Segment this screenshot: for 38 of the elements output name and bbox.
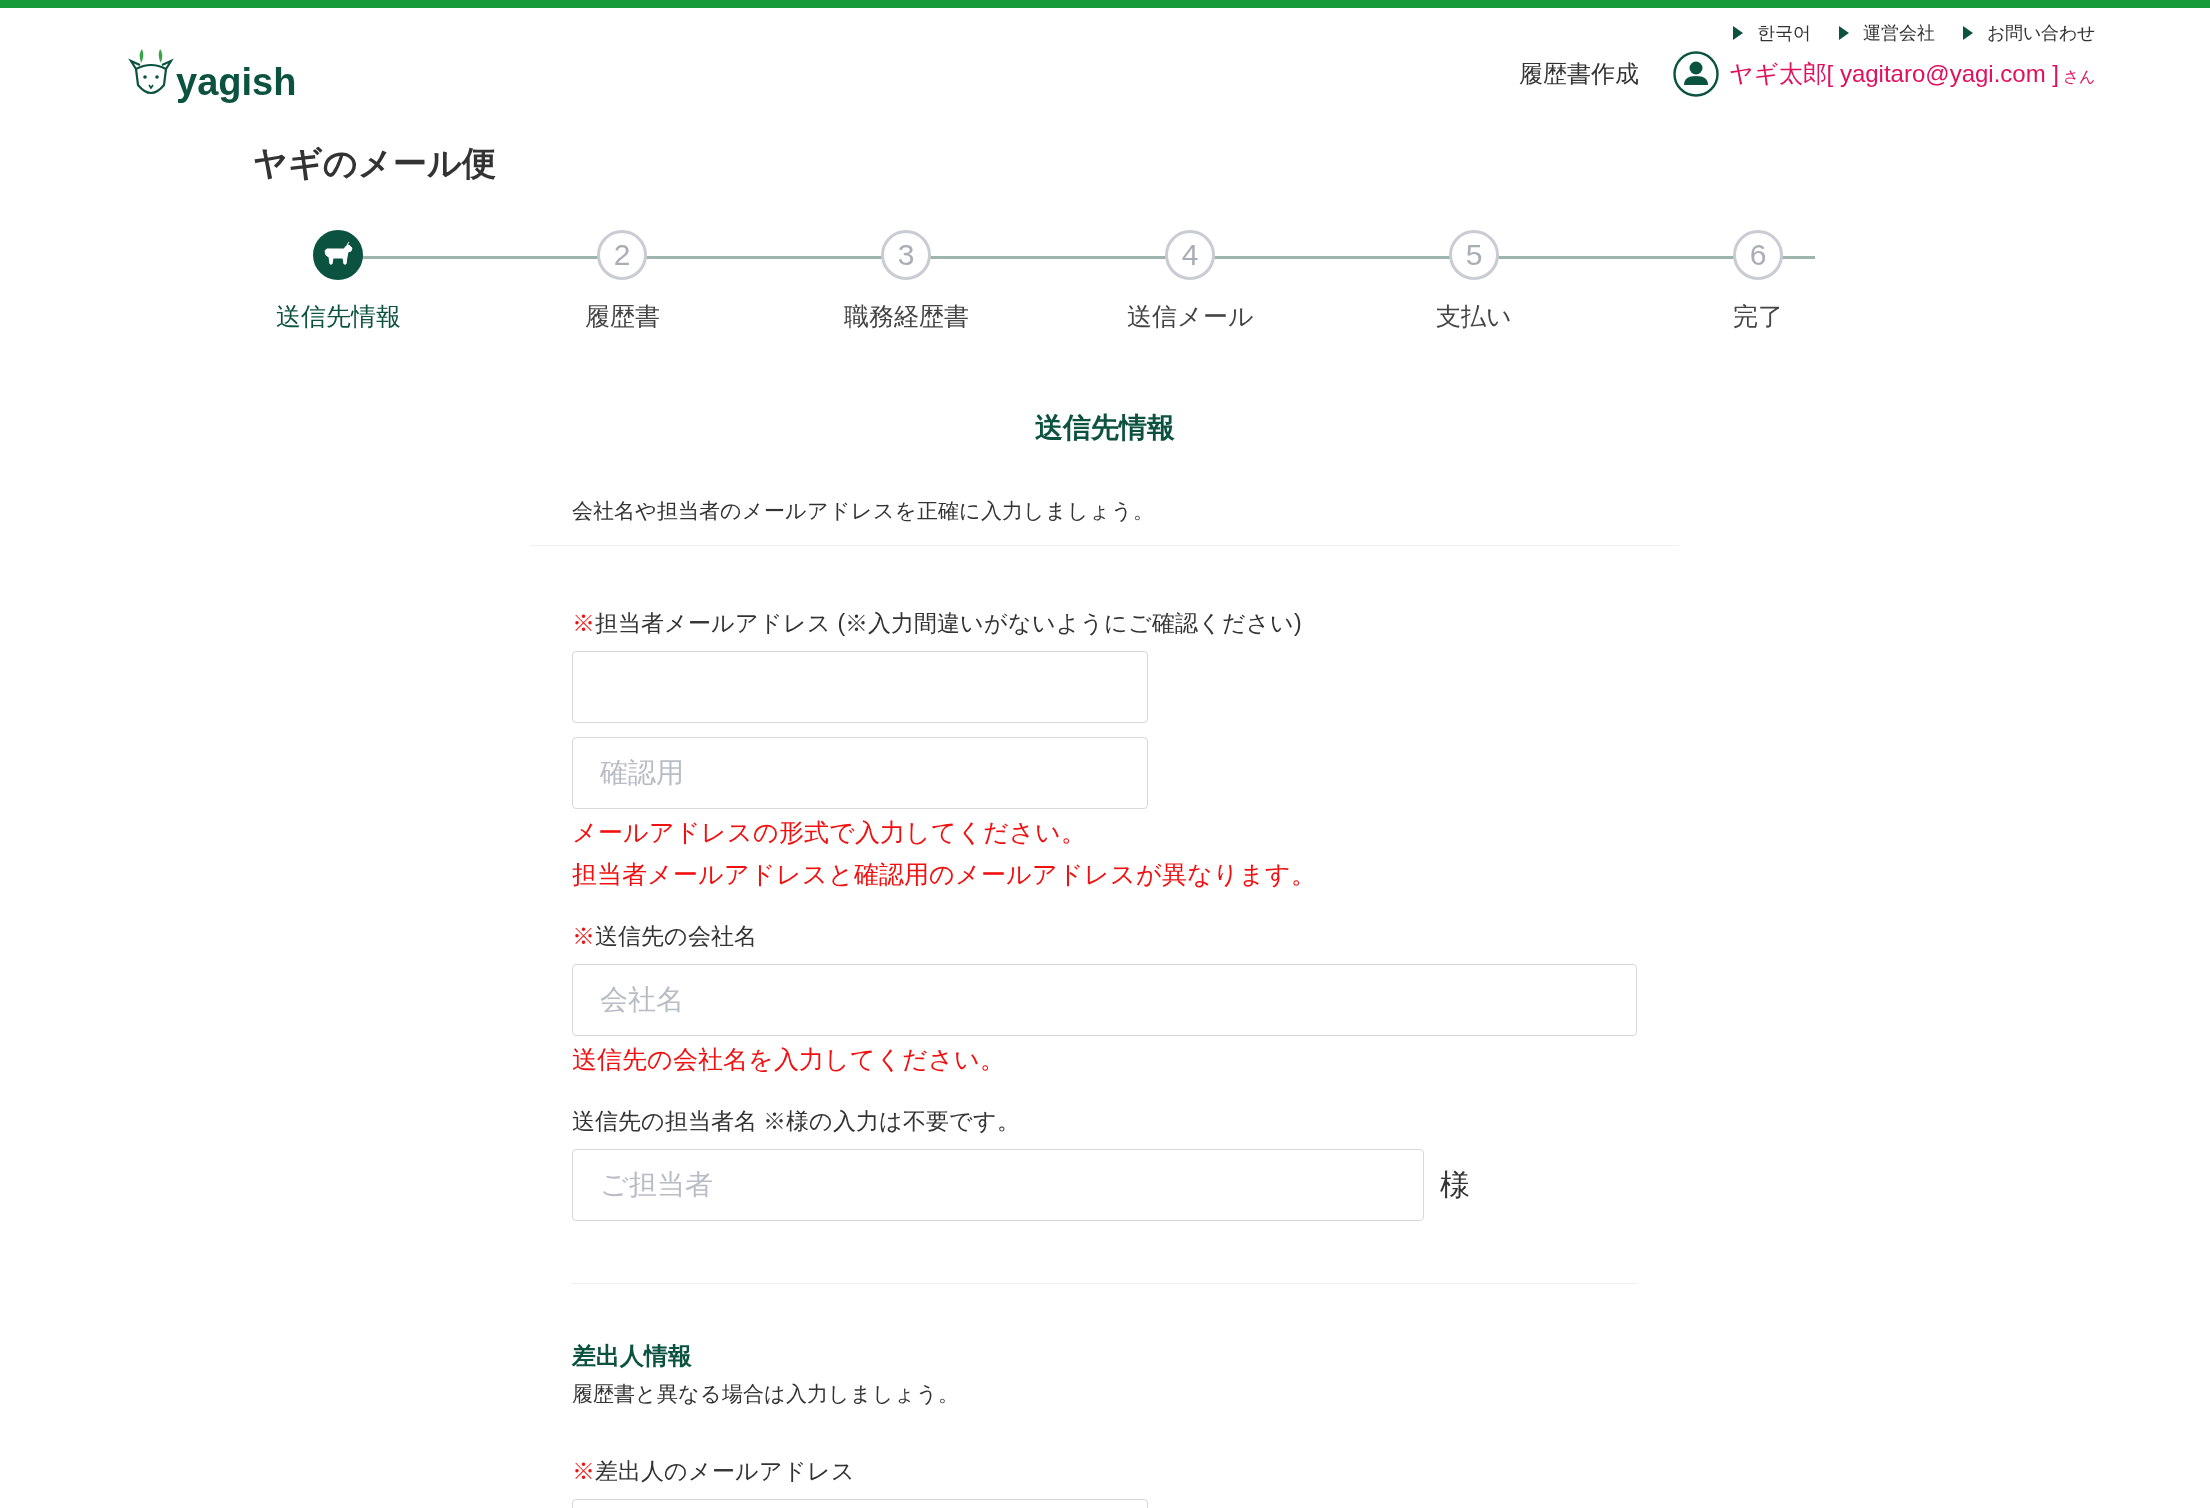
field-label: ※差出人のメールアドレス — [572, 1457, 856, 1486]
triangle-icon — [1733, 26, 1743, 40]
step-number: 5 — [1449, 230, 1499, 280]
step-number: 3 — [881, 230, 931, 280]
section-heading: 送信先情報 — [1033, 411, 1176, 445]
page-title: ヤギのメール便 — [253, 143, 497, 184]
header-link[interactable]: 한국어 — [1733, 18, 1811, 48]
step-number: 2 — [597, 230, 647, 280]
field-label: ※担当者メールアドレス (※入力間違いがないようにご確認ください) — [572, 609, 1303, 638]
text-input[interactable] — [572, 651, 1148, 723]
step-number: 4 — [1165, 230, 1215, 280]
step-label: 完了 — [1733, 301, 1783, 332]
error-message: 担当者メールアドレスと確認用のメールアドレスが異なります。 — [572, 859, 1317, 890]
user-avatar-icon[interactable] — [1672, 51, 1719, 97]
logo[interactable]: yagish — [128, 47, 297, 101]
field-label: ※送信先の会社名 — [572, 922, 758, 951]
error-message: 送信先の会社名を入力してください。 — [572, 1044, 1006, 1075]
text-input[interactable]: ご担当者 — [572, 1149, 1424, 1221]
step-label: 支払い — [1436, 301, 1512, 332]
step-label: 履歴書 — [584, 301, 660, 332]
header-link[interactable]: お問い合わせ — [1963, 18, 2095, 48]
step-label: 送信先情報 — [275, 301, 401, 332]
text-input[interactable]: 確認用 — [572, 737, 1148, 809]
step-number: 6 — [1733, 230, 1783, 280]
section-description: 会社名や担当者のメールアドレスを正確に入力しましょう。 — [572, 498, 1155, 524]
text-input[interactable]: 会社名 — [572, 964, 1637, 1036]
triangle-icon — [1839, 26, 1849, 40]
user-account-link[interactable]: ヤギ太郎[ yagitaro@yagi.com ] さん — [1728, 58, 2095, 90]
nav-link[interactable]: 履歴書作成 — [1518, 58, 1639, 90]
step-label: 送信メール — [1126, 301, 1254, 332]
triangle-icon — [1963, 26, 1973, 40]
header-link[interactable]: 運営会社 — [1839, 18, 1935, 48]
error-message: メールアドレスの形式で入力してください。 — [572, 817, 1087, 848]
field-label: 送信先の担当者名 ※様の入力は不要です。 — [572, 1107, 1022, 1136]
section-heading: 差出人情報 — [572, 1341, 693, 1371]
honorific-suffix: 様 — [1440, 1166, 1470, 1203]
section-description: 履歴書と異なる場合は入力しましょう。 — [572, 1381, 960, 1407]
step-label: 職務経歴書 — [843, 301, 969, 332]
